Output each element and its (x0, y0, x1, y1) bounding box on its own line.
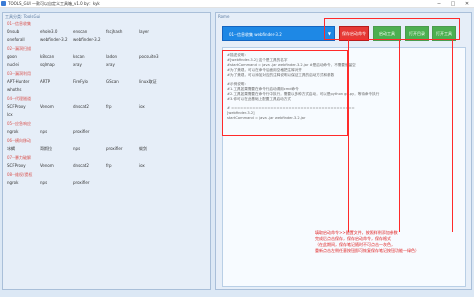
tool-button[interactable]: proxifier (73, 129, 90, 135)
tool-select-combobox[interactable]: 01--信息收集 webfinder-3.2 ▼ (222, 26, 335, 41)
title-bar: TOOLS_GUI 一款可以自定义工具箱_v1.0 by：kyk ─ □ ✕ (0, 0, 474, 8)
tool-button[interactable]: k8scan (40, 54, 54, 60)
tool-button[interactable]: fscjhash (106, 29, 122, 35)
editor-highlight-box (222, 50, 348, 136)
annotation-line: 重新点击左侧任意按钮即可恢复保存笔记按钮功能一绿色） (315, 248, 419, 253)
tool-button[interactable]: pocsuite3 (139, 54, 159, 60)
tool-button[interactable]: ARTP (40, 79, 50, 85)
callout-line-far-right (452, 40, 453, 232)
callout-line-right (399, 40, 400, 232)
tool-button[interactable]: ehole3.0 (40, 29, 57, 35)
tool-button[interactable]: webfinder-3.2 (40, 37, 68, 43)
tool-button[interactable]: webfinder-3.2 (73, 37, 101, 43)
combo-value: 01--信息收集 webfinder-3.2 (229, 32, 282, 37)
category-label: 06--横向移动 (7, 138, 31, 143)
tool-category-panel: 工具分类: ToolsGui 01--信息收集 0nsub ehole3.0 ensc… (2, 12, 211, 290)
tool-button[interactable]: GScan (106, 79, 119, 85)
tool-button[interactable]: frp (106, 163, 112, 169)
tool-button[interactable]: xray (73, 62, 82, 68)
tool-button[interactable]: SCFProxy (7, 163, 26, 169)
tool-button[interactable]: 蚁剑 (139, 146, 147, 152)
tool-button[interactable]: ladon (106, 54, 117, 60)
tool-button[interactable]: 冰蝎 (7, 146, 15, 152)
annotation-note: 填取启动命令>>配置文件，按照样例添加参数 完成后点击保存，保存启动命令，保存格… (315, 230, 445, 254)
left-panel-title: 工具分类: ToolsGui (5, 14, 41, 19)
maximize-button[interactable]: □ (446, 0, 460, 8)
right-panel-title: Rome (218, 14, 230, 19)
tool-button[interactable]: nps (40, 129, 47, 135)
category-label: 02--漏洞扫描 (7, 46, 31, 51)
tool-button[interactable]: iox (139, 163, 145, 169)
tool-button[interactable]: Venom (40, 104, 54, 110)
tool-button[interactable]: APT-Hunter (7, 79, 29, 85)
window-title: TOOLS_GUI 一款可以自定义工具箱_v1.0 by：kyk (8, 1, 100, 6)
tool-button[interactable]: linux取证 (139, 79, 157, 85)
tool-button[interactable]: goon (7, 54, 17, 60)
tool-button[interactable]: nps (40, 180, 47, 186)
tool-button[interactable]: iox (139, 104, 145, 110)
tool-button[interactable]: FireFylo (73, 79, 88, 85)
tool-button[interactable]: proxifier (73, 180, 90, 186)
category-label: 05--应急响应 (7, 121, 31, 126)
tool-button[interactable]: kscan (73, 54, 85, 60)
tool-button[interactable]: 哥斯拉 (40, 146, 52, 152)
tool-button[interactable]: sqlmap (40, 62, 55, 68)
tool-button[interactable]: dnscat2 (73, 163, 89, 169)
tool-button[interactable]: whoths (7, 87, 21, 93)
tool-button[interactable]: enscan (73, 29, 87, 35)
tool-button[interactable]: SCFProxy (7, 104, 26, 110)
category-label: 07--暴力破解 (7, 155, 31, 160)
tool-button[interactable]: 0nsub (7, 29, 19, 35)
category-label: 01--信息收集 (7, 21, 31, 26)
tool-button[interactable]: oneforall (7, 37, 25, 43)
tool-button[interactable]: dnscat2 (73, 104, 89, 110)
close-button[interactable]: ✕ (460, 0, 474, 8)
tool-button[interactable]: nuclei (7, 62, 19, 68)
callout-line-left (348, 40, 349, 232)
tool-button[interactable]: Venom (40, 163, 54, 169)
tool-button[interactable]: ngrok (7, 129, 18, 135)
tool-button[interactable]: xray (106, 62, 115, 68)
tool-button[interactable]: lcx (7, 112, 13, 118)
tool-button[interactable]: layer (139, 29, 149, 35)
category-label: 08--维权/提权 (7, 172, 33, 177)
app-icon (1, 1, 6, 6)
tool-button[interactable]: ngrok (7, 180, 18, 186)
tool-button[interactable]: nps (73, 146, 80, 152)
category-label: 03--漏洞利用 (7, 71, 31, 76)
minimize-button[interactable]: ─ (432, 0, 446, 8)
buttons-highlight-box (324, 18, 460, 40)
tool-button[interactable]: frp (106, 104, 112, 110)
category-label: 04--代理隧道 (7, 96, 31, 101)
tool-button[interactable]: proxifier (106, 146, 123, 152)
